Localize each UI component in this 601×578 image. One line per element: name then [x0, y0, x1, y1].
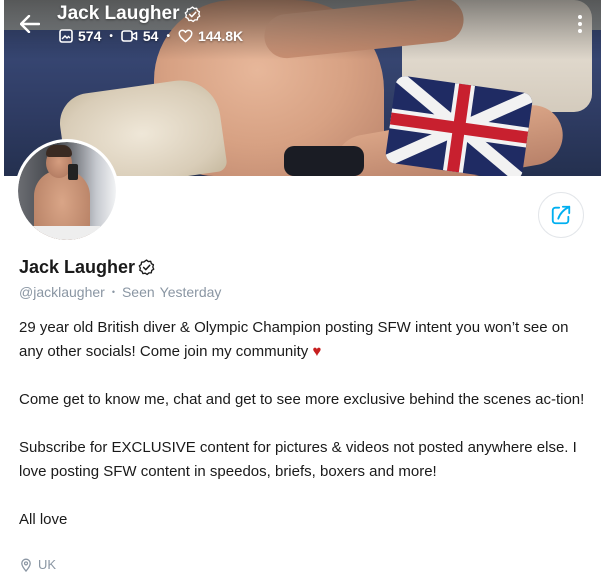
likes-stat: 144.8K: [178, 28, 243, 44]
share-button[interactable]: [538, 192, 584, 238]
arrow-left-icon: [20, 15, 40, 33]
profile-name: Jack Laugher: [19, 257, 155, 278]
bio-paragraph: 29 year old British diver & Olympic Cham…: [19, 316, 589, 364]
profile-name-text: Jack Laugher: [19, 257, 136, 277]
heart-emoji: ♥: [312, 343, 322, 360]
heart-icon: [178, 29, 193, 43]
seen-value: Yesterday: [159, 284, 222, 300]
bio-text: 29 year old British diver & Olympic Cham…: [19, 319, 569, 360]
bio-paragraph: Subscribe for EXCLUSIVE content for pict…: [19, 439, 577, 480]
more-vertical-icon: [578, 15, 582, 19]
videos-stat: 54: [121, 28, 159, 44]
share-icon: [551, 205, 571, 225]
bio: 29 year old British diver & Olympic Cham…: [19, 316, 589, 532]
stat-separator: •: [166, 30, 170, 42]
likes-count: 144.8K: [197, 28, 244, 44]
more-options-button[interactable]: [572, 12, 588, 36]
verified-badge-icon: [184, 5, 200, 22]
location: UK: [20, 557, 56, 572]
header-stats: 574 • 54 • 144.8K: [59, 28, 243, 44]
image-icon: [59, 29, 73, 43]
profile-meta: @jacklaugher • Seen Yesterday: [19, 284, 221, 300]
avatar[interactable]: [18, 142, 116, 240]
location-text: UK: [38, 557, 57, 572]
verified-badge-icon: [138, 259, 155, 276]
photos-stat: 574: [59, 28, 101, 44]
video-icon: [121, 30, 138, 42]
seen-label: Seen: [121, 284, 155, 300]
header-title: Jack Laugher: [57, 3, 201, 25]
header-name-text: Jack Laugher: [57, 3, 180, 24]
profile-handle[interactable]: @jacklaugher: [19, 284, 105, 300]
photos-count: 574: [78, 28, 102, 44]
back-button[interactable]: [18, 12, 42, 36]
bio-paragraph: Come get to know me, chat and get to see…: [19, 391, 585, 408]
bio-paragraph: All love: [19, 511, 68, 528]
location-pin-icon: [21, 558, 31, 572]
profile-page: Jack Laugher 574 • 54 • 144.8K Jack Laug…: [0, 0, 601, 578]
meta-separator: •: [111, 287, 115, 297]
videos-count: 54: [142, 28, 159, 44]
stat-separator: •: [109, 30, 113, 42]
